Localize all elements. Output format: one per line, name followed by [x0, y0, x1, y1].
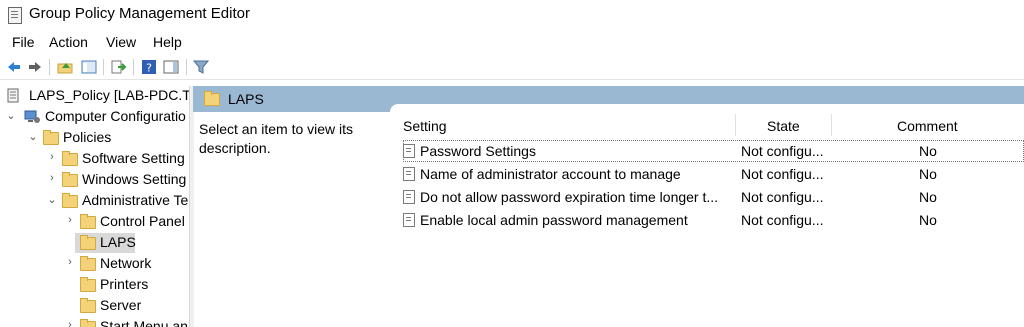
policy-setting-icon	[403, 144, 415, 158]
folder-icon	[80, 256, 96, 271]
folder-icon	[62, 172, 78, 187]
setting-comment: No	[919, 166, 937, 182]
tree-item-label: Computer Configuratio	[45, 108, 186, 124]
setting-name: Name of administrator account to manage	[420, 166, 681, 182]
tree-item-administrative-templates[interactable]: ⌄ Administrative Te	[0, 191, 189, 211]
tree-item-gpo-root[interactable]: LAPS_Policy [LAB-PDC.TH	[0, 86, 189, 106]
filter-icon[interactable]	[193, 59, 209, 75]
setting-state: Not configu...	[741, 143, 824, 159]
export-list-icon[interactable]	[110, 59, 126, 75]
setting-name: Do not allow password expiration time lo…	[420, 189, 719, 205]
chevron-right-icon[interactable]: ›	[47, 151, 57, 163]
title-bar: Group Policy Management Editor	[0, 0, 1024, 30]
tree-item-server[interactable]: Server	[0, 296, 189, 316]
setting-comment: No	[919, 212, 937, 228]
menu-help[interactable]: Help	[153, 34, 182, 50]
window-title: Group Policy Management Editor	[29, 5, 250, 22]
folder-icon	[80, 277, 96, 292]
menu-bar: File Action View Help	[0, 31, 1024, 53]
policy-setting-icon	[403, 213, 415, 227]
table-row[interactable]: Name of administrator account to manage …	[403, 163, 1024, 185]
chevron-down-icon[interactable]: ⌄	[28, 130, 38, 143]
setting-state: Not configu...	[741, 166, 824, 182]
setting-comment: No	[919, 189, 937, 205]
policy-setting-icon	[403, 190, 415, 204]
tree-item-label: LAPS	[100, 234, 136, 250]
folder-icon	[80, 235, 96, 250]
tree-item-label: Network	[100, 255, 152, 271]
details-header-title: LAPS	[228, 91, 264, 107]
column-header-comment[interactable]: Comment	[897, 118, 958, 134]
folder-icon	[80, 298, 96, 313]
setting-name: Enable local admin password management	[420, 212, 688, 228]
tree-item-label: Server	[100, 297, 142, 313]
column-divider[interactable]	[735, 114, 736, 136]
folder-icon	[80, 214, 96, 229]
tree-item-label: LAPS_Policy [LAB-PDC.TH	[29, 87, 189, 103]
chevron-right-icon[interactable]: ›	[47, 172, 57, 184]
toolbar: ?	[0, 55, 1024, 80]
chevron-down-icon[interactable]: ⌄	[47, 193, 57, 206]
tree-item-label: Control Panel	[100, 213, 185, 229]
tree-item-computer-configuration[interactable]: ⌄ Computer Configuratio	[0, 107, 189, 127]
policy-setting-icon	[403, 167, 415, 181]
forward-arrow-icon[interactable]	[27, 59, 43, 75]
up-folder-icon[interactable]	[57, 59, 73, 75]
back-arrow-icon[interactable]	[6, 59, 22, 75]
chevron-right-icon[interactable]: ›	[65, 256, 75, 268]
folder-icon	[62, 193, 78, 208]
setting-comment: No	[919, 143, 937, 159]
help-icon[interactable]: ?	[141, 59, 157, 75]
tree-item-label: Windows Setting	[82, 171, 187, 187]
toolbar-separator	[133, 59, 134, 75]
menu-view[interactable]: View	[106, 34, 136, 50]
setting-name: Password Settings	[420, 143, 536, 159]
folder-icon	[204, 91, 220, 106]
description-pane: Select an item to view its description.	[199, 121, 354, 156]
tree-item-policies[interactable]: ⌄ Policies	[0, 128, 189, 148]
tree-item-label: Policies	[63, 129, 112, 145]
tree-item-software-settings[interactable]: › Software Setting	[0, 149, 189, 169]
column-header-state[interactable]: State	[767, 118, 800, 134]
toolbar-separator	[49, 59, 50, 75]
tree-item-label: Printers	[100, 276, 149, 292]
tree-item-control-panel[interactable]: › Control Panel	[0, 212, 189, 232]
gpo-scroll-icon	[7, 88, 19, 103]
chevron-down-icon[interactable]: ⌄	[6, 109, 16, 122]
toolbar-separator	[103, 59, 104, 75]
column-divider[interactable]	[831, 114, 832, 136]
tree-item-windows-settings[interactable]: › Windows Setting	[0, 170, 189, 190]
tree-item-label: Administrative Te	[82, 192, 189, 208]
folder-icon	[62, 151, 78, 166]
menu-file[interactable]: File	[12, 34, 35, 50]
toolbar-separator	[186, 59, 187, 75]
chevron-right-icon[interactable]: ›	[65, 319, 75, 327]
tree-item-start-menu[interactable]: › Start Menu an	[0, 317, 189, 327]
show-hide-action-pane-icon[interactable]	[163, 59, 179, 75]
svg-text:?: ?	[146, 62, 152, 75]
tree-item-label: Software Setting	[82, 150, 185, 166]
computer-icon	[24, 110, 40, 123]
policy-editor-app-icon	[8, 7, 22, 24]
setting-state: Not configu...	[741, 212, 824, 228]
menu-action[interactable]: Action	[49, 34, 88, 50]
pane-splitter[interactable]	[189, 86, 194, 327]
table-row[interactable]: Do not allow password expiration time lo…	[403, 186, 1024, 208]
console-tree: LAPS_Policy [LAB-PDC.TH ⌄ Computer Confi…	[0, 86, 189, 327]
tree-item-label: Start Menu an	[100, 318, 188, 327]
settings-list: Setting State Comment Password Settings …	[390, 104, 1024, 327]
table-row[interactable]: Password Settings Not configu... No	[403, 140, 1024, 162]
column-header-setting[interactable]: Setting	[403, 118, 447, 134]
setting-state: Not configu...	[741, 189, 824, 205]
tree-item-laps[interactable]: LAPS	[0, 233, 189, 253]
table-row[interactable]: Enable local admin password management N…	[403, 209, 1024, 231]
folder-icon	[80, 319, 96, 327]
show-hide-tree-icon[interactable]	[81, 59, 97, 75]
chevron-right-icon[interactable]: ›	[65, 214, 75, 226]
tree-item-printers[interactable]: Printers	[0, 275, 189, 295]
tree-item-network[interactable]: › Network	[0, 254, 189, 274]
folder-icon	[43, 130, 59, 145]
